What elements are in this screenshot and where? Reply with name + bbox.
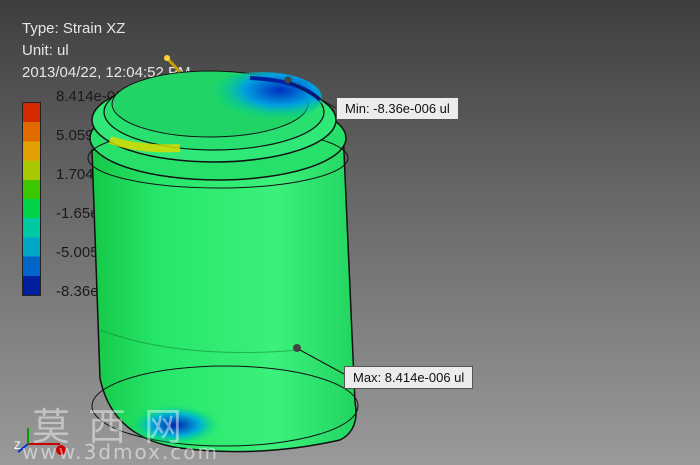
- max-probe-callout[interactable]: Max: 8.414e-006 ul: [344, 366, 474, 389]
- min-probe-callout[interactable]: Min: -8.36e-006 ul: [336, 97, 459, 120]
- model-viewport[interactable]: Type: Strain XZ Unit: ul 2013/04/22, 12:…: [0, 0, 700, 465]
- z-axis-label: Z: [14, 440, 21, 452]
- watermark-url: www.3dmox.com: [22, 440, 220, 464]
